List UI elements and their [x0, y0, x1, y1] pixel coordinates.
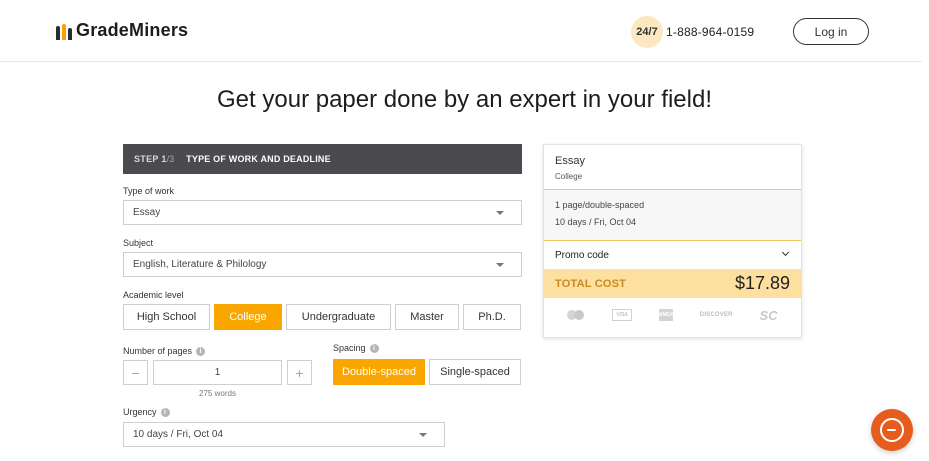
step-label: STEP 1 [134, 154, 167, 164]
type-of-work-select[interactable]: Essay [123, 200, 522, 225]
type-of-work-label-text: Type of work [123, 186, 175, 196]
page-headline: Get your paper done by an expert in your… [217, 86, 712, 113]
info-icon[interactable]: i [369, 343, 379, 353]
pages-increment-button[interactable]: + [287, 360, 312, 385]
brand-name: GradeMiners [76, 20, 189, 40]
spacing-options: Double-spaced Single-spaced [333, 359, 521, 385]
level-option-phd[interactable]: Ph.D. [463, 304, 521, 330]
dropdown-caret-icon [419, 433, 427, 437]
pencils-icon [56, 22, 72, 40]
type-of-work-value: Essay [133, 207, 161, 218]
urgency-select[interactable]: 10 days / Fri, Oct 04 [123, 422, 445, 447]
academic-level-label-text: Academic level [123, 290, 184, 300]
subject-select[interactable]: English, Literature & Philology [123, 252, 522, 277]
academic-level-options: High School College Undergraduate Master… [123, 304, 521, 330]
spacing-label: Spacing i [333, 343, 379, 353]
step-header: STEP 1 /3 TYPE OF WORK AND DEADLINE [123, 144, 522, 174]
words-count: 275 words [199, 389, 236, 398]
level-option-high-school[interactable]: High School [123, 304, 210, 330]
level-option-undergraduate[interactable]: Undergraduate [286, 304, 391, 330]
step-title: TYPE OF WORK AND DEADLINE [186, 154, 331, 164]
subject-label: Subject [123, 238, 153, 248]
site-header: GradeMiners 24/7 1-888-964-0159 Log in [0, 0, 922, 62]
support-contact[interactable]: 24/7 1-888-964-0159 [631, 16, 754, 48]
promo-code-toggle[interactable]: Promo code [544, 241, 801, 269]
urgency-label: Urgency i [123, 407, 170, 417]
spacing-option-double[interactable]: Double-spaced [333, 359, 425, 385]
chevron-down-icon [781, 248, 790, 257]
step-of: /3 [166, 154, 175, 164]
dropdown-caret-icon [496, 211, 504, 215]
brand-logo[interactable]: GradeMiners [56, 20, 188, 41]
info-icon[interactable]: i [196, 346, 206, 356]
summary-details: 1 page/double-spaced 10 days / Fri, Oct … [544, 190, 801, 240]
type-of-work-label: Type of work [123, 186, 174, 196]
pages-decrement-button[interactable]: − [123, 360, 148, 385]
visa-icon: VISA [612, 309, 633, 321]
summary-type: Essay [555, 155, 585, 167]
login-button[interactable]: Log in [793, 18, 869, 45]
dropdown-caret-icon [496, 263, 504, 267]
subject-value: English, Literature & Philology [133, 259, 267, 270]
total-cost-label: TOTAL COST [555, 278, 627, 290]
promo-code-label: Promo code [555, 249, 609, 261]
payment-methods: VISA AMEX DISCOVER SC [544, 305, 801, 325]
chat-icon [880, 418, 904, 442]
info-icon[interactable]: i [160, 407, 170, 417]
urgency-value: 10 days / Fri, Oct 04 [133, 429, 224, 440]
live-chat-button[interactable] [871, 409, 913, 451]
academic-level-label: Academic level [123, 290, 184, 300]
level-option-college[interactable]: College [214, 304, 282, 330]
spacing-label-text: Spacing [333, 343, 366, 353]
support-phone[interactable]: 1-888-964-0159 [666, 25, 754, 39]
order-summary: Essay College 1 page/double-spaced 10 da… [543, 144, 802, 338]
subject-label-text: Subject [123, 238, 154, 248]
total-cost-bar: TOTAL COST $17.89 [544, 269, 801, 298]
total-cost-amount: $17.89 [734, 273, 790, 293]
pages-input[interactable]: 1 [153, 360, 282, 385]
mastercard-icon [567, 309, 585, 321]
amex-icon: AMEX [659, 309, 673, 321]
summary-spacing: 1 page/double-spaced [555, 200, 645, 210]
pages-label: Number of pages i [123, 346, 206, 356]
sc-icon: SC [759, 307, 778, 323]
summary-deadline: 10 days / Fri, Oct 04 [555, 217, 637, 227]
discover-icon: DISCOVER [699, 312, 733, 318]
summary-level: College [555, 172, 583, 181]
level-option-master[interactable]: Master [395, 304, 459, 330]
spacing-option-single[interactable]: Single-spaced [429, 359, 521, 385]
pages-label-text: Number of pages [123, 346, 193, 356]
urgency-label-text: Urgency [123, 407, 157, 417]
support-badge: 24/7 [631, 16, 663, 48]
